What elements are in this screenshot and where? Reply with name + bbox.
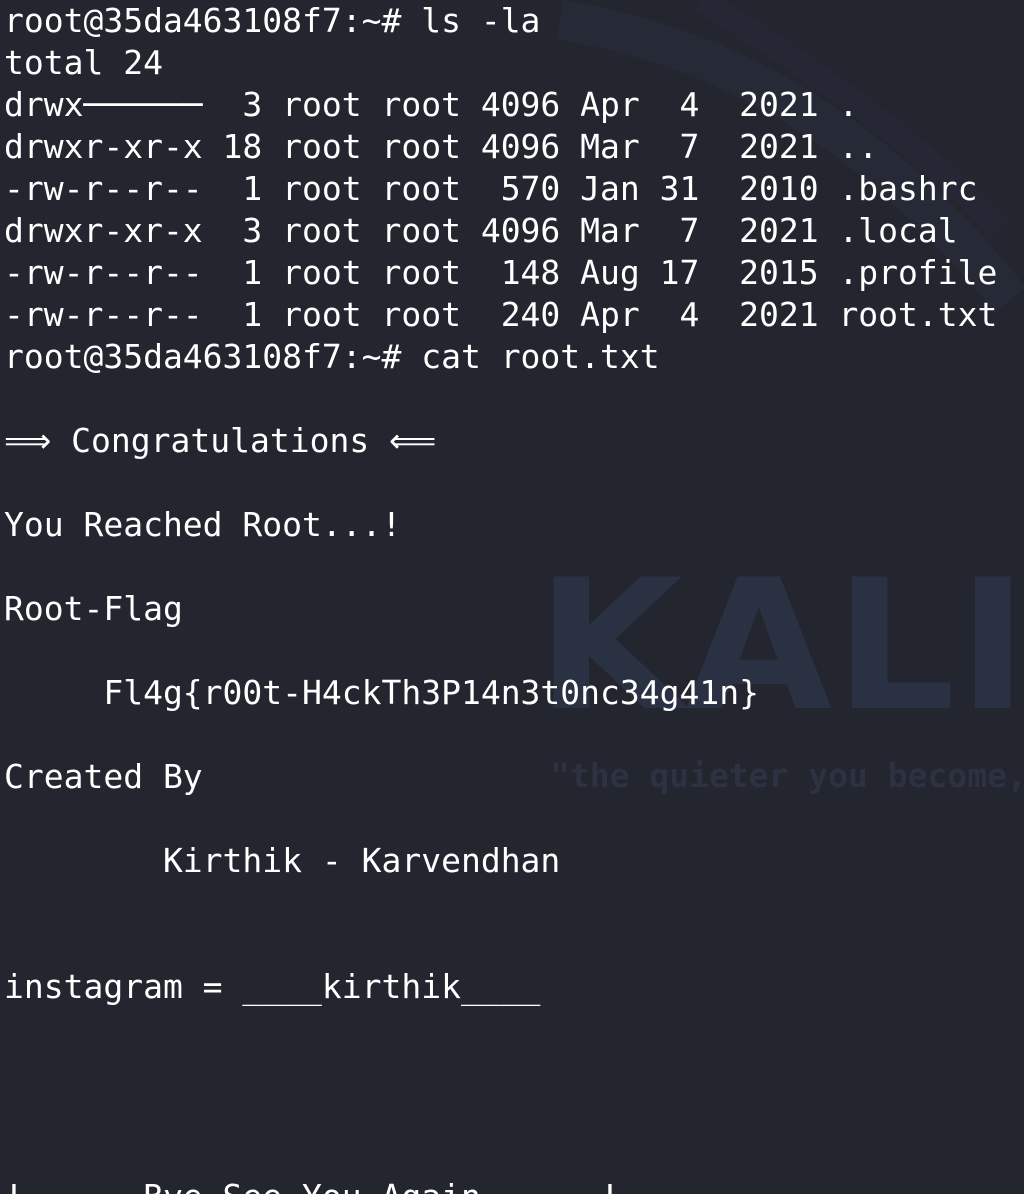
output-line: drwx────── 3 root root 4096 Apr 4 2021 . [4, 85, 859, 124]
output-line: !......Bye See You Again......! [4, 1176, 997, 1194]
prompt-line: root@35da463108f7:~# cat root.txt [4, 337, 660, 376]
output-line: -rw-r--r-- 1 root root 148 Aug 17 2015 .… [4, 253, 998, 292]
output-line: instagram = ____kirthik____ [4, 967, 541, 1006]
output-line: Root-Flag [4, 589, 183, 628]
prompt-line: root@35da463108f7:~# ls -la [4, 1, 541, 40]
output-line: drwxr-xr-x 18 root root 4096 Mar 7 2021 … [4, 127, 879, 166]
terminal-output[interactable]: root@35da463108f7:~# ls -la total 24 drw… [4, 0, 997, 1194]
output-line: -rw-r--r-- 1 root root 570 Jan 31 2010 .… [4, 169, 978, 208]
output-line: ⟹ Congratulations ⟸ [4, 421, 437, 460]
output-line: Fl4g{r00t-H4ckTh3P14n3t0nc34g41n} [4, 673, 759, 712]
output-line: total 24 [4, 43, 163, 82]
output-line: Created By [4, 757, 203, 796]
terminal-window[interactable]: KALI "the quieter you become, root@35da4… [0, 0, 1024, 1194]
output-line: drwxr-xr-x 3 root root 4096 Mar 7 2021 .… [4, 211, 958, 250]
output-line: -rw-r--r-- 1 root root 240 Apr 4 2021 ro… [4, 295, 998, 334]
output-line: You Reached Root...! [4, 505, 402, 544]
output-line: Kirthik - Karvendhan [4, 841, 561, 880]
